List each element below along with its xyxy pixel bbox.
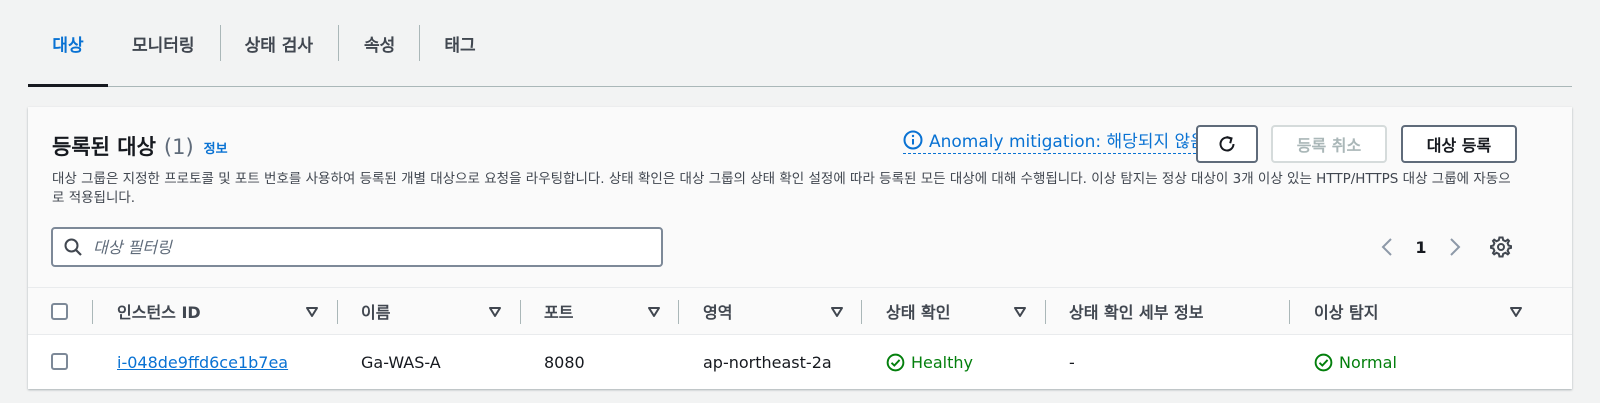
health-status: Healthy	[886, 353, 973, 372]
register-targets-button[interactable]: 대상 등록	[1401, 125, 1517, 163]
zone-cell: ap-northeast-2a	[703, 352, 832, 372]
target-count: (1)	[163, 135, 194, 159]
anomaly-cell: Normal	[1314, 335, 1397, 389]
filter-input[interactable]	[93, 237, 653, 257]
anomaly-status-label: Normal	[1339, 352, 1397, 372]
column-divider	[678, 300, 679, 324]
tab-bar: 대상 모니터링 상태 검사 속성 태그	[28, 0, 1572, 87]
col-health-status[interactable]: 상태 확인	[886, 288, 950, 334]
tab-attributes[interactable]: 속성	[339, 0, 419, 86]
refresh-icon	[1219, 136, 1235, 152]
column-divider	[337, 300, 338, 324]
tab-targets[interactable]: 대상	[28, 0, 108, 87]
column-divider	[520, 300, 521, 324]
panel-header: 등록된 대상 (1) 정보	[52, 131, 228, 161]
tab-health-checks[interactable]: 상태 검사	[221, 0, 338, 86]
tab-tags[interactable]: 태그	[420, 0, 499, 86]
table-row: i-048de9ffd6ce1b7ea Ga-WAS-A 8080 ap-nor…	[28, 335, 1572, 389]
panel-description: 대상 그룹은 지정한 프로토콜 및 포트 번호를 사용하여 등록된 개별 대상으…	[52, 171, 1511, 206]
col-anomaly-detection[interactable]: 이상 탐지	[1314, 288, 1378, 334]
column-divider	[1289, 300, 1290, 324]
health-details-cell: -	[1069, 352, 1075, 372]
name-cell: Ga-WAS-A	[361, 352, 441, 372]
instance-id-link[interactable]: i-048de9ffd6ce1b7ea	[117, 353, 288, 372]
col-zone[interactable]: 영역	[703, 288, 732, 334]
gear-icon[interactable]	[1489, 235, 1513, 259]
pagination: 1	[1374, 234, 1468, 260]
current-page[interactable]: 1	[1400, 238, 1442, 257]
health-status-label: Healthy	[911, 352, 974, 372]
sort-down-icon[interactable]	[305, 305, 319, 319]
next-page-button[interactable]	[1442, 234, 1468, 260]
instance-id-cell: i-048de9ffd6ce1b7ea	[117, 335, 288, 389]
column-divider	[861, 300, 862, 324]
refresh-button[interactable]	[1196, 125, 1258, 163]
row-checkbox[interactable]	[51, 353, 68, 370]
info-link[interactable]: 정보	[204, 138, 228, 157]
table-header: 인스턴스 ID 이름 포트 영역 상태 확인 상태 확인 세부 정보 이상 탐지	[28, 287, 1572, 335]
sort-down-icon[interactable]	[830, 305, 844, 319]
registered-targets-panel: 등록된 대상 (1) 정보 Anomaly mitigation: 해당되지 않…	[28, 107, 1572, 389]
sort-down-icon[interactable]	[1013, 305, 1027, 319]
select-all-checkbox[interactable]	[51, 303, 68, 320]
column-divider	[92, 300, 93, 324]
anomaly-mitigation-link[interactable]: Anomaly mitigation: 해당되지 않음	[903, 127, 1206, 154]
info-icon	[903, 130, 923, 149]
col-port[interactable]: 포트	[544, 288, 573, 334]
col-name[interactable]: 이름	[361, 288, 390, 334]
col-instance-id[interactable]: 인스턴스 ID	[117, 288, 201, 334]
target-filter[interactable]	[51, 227, 663, 267]
sort-down-icon[interactable]	[647, 305, 661, 319]
chevron-right-icon	[1450, 238, 1461, 256]
prev-page-button[interactable]	[1374, 234, 1400, 260]
health-status-cell: Healthy	[886, 335, 973, 389]
tab-monitoring[interactable]: 모니터링	[108, 0, 220, 86]
check-circle-icon	[1314, 353, 1333, 371]
sort-down-icon[interactable]	[488, 305, 502, 319]
col-health-details[interactable]: 상태 확인 세부 정보	[1069, 288, 1203, 334]
port-cell: 8080	[544, 352, 585, 372]
deregister-button[interactable]: 등록 취소	[1271, 125, 1387, 163]
check-circle-icon	[886, 353, 905, 371]
search-icon	[64, 238, 82, 256]
chevron-left-icon	[1381, 238, 1392, 256]
column-divider	[1045, 300, 1046, 324]
panel-title: 등록된 대상	[52, 135, 156, 159]
sort-down-icon[interactable]	[1509, 305, 1523, 319]
anomaly-status: Normal	[1314, 353, 1397, 372]
anomaly-mitigation-label: Anomaly mitigation: 해당되지 않음	[929, 132, 1206, 152]
